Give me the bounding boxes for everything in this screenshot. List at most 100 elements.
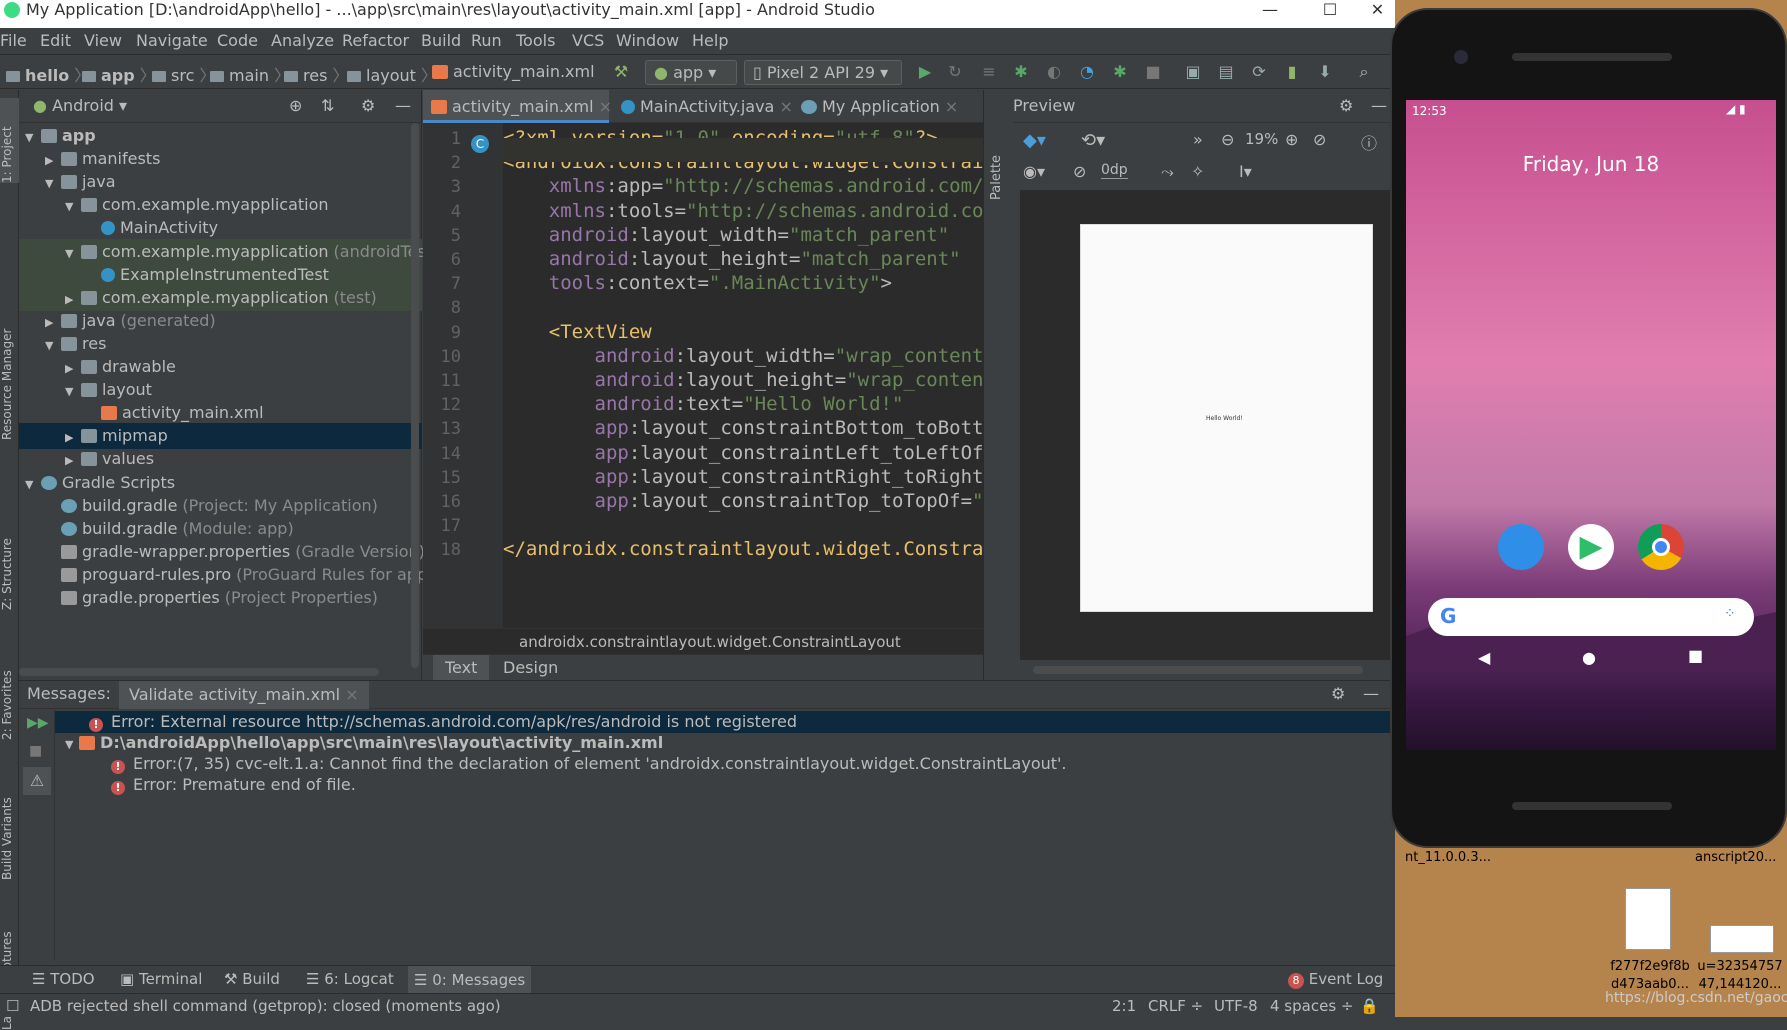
desktop-icon-label[interactable]: anscript20...: [1695, 850, 1776, 865]
menu-help[interactable]: Help: [692, 31, 728, 50]
menu-edit[interactable]: Edit: [40, 31, 71, 50]
project-tool-button[interactable]: 1: Project: [0, 98, 19, 183]
code-line[interactable]: android:layout_height="match_parent": [503, 248, 961, 270]
run-icon[interactable]: ▶: [916, 63, 934, 81]
code-line[interactable]: app:layout_constraintTop_toTopOf="parent…: [503, 490, 983, 512]
code-line[interactable]: xmlns:app="http://schemas.android.com/ap…: [503, 175, 983, 197]
stop-icon[interactable]: ■: [1144, 63, 1162, 81]
search-icon[interactable]: ⌕: [1355, 63, 1373, 81]
back-nav-icon[interactable]: ◀: [1478, 648, 1490, 667]
run-config-select[interactable]: ● app ▾: [645, 60, 737, 85]
device-select[interactable]: ▯ Pixel 2 API 29 ▾: [744, 60, 902, 85]
menu-code[interactable]: Code: [217, 31, 258, 50]
recents-nav-icon[interactable]: ■: [1688, 646, 1703, 665]
infer-constraints-icon[interactable]: ✧: [1191, 162, 1204, 181]
code-line[interactable]: android:layout_height="wrap_content": [503, 369, 983, 391]
tab-activity-main-xml[interactable]: activity_main.xml ×: [423, 90, 612, 123]
gear-icon[interactable]: ⚙: [1339, 96, 1353, 115]
code-line[interactable]: xmlns:tools="http://schemas.android.com/…: [503, 200, 983, 222]
locate-icon[interactable]: ⊕: [289, 96, 302, 115]
menu-navigate[interactable]: Navigate: [136, 31, 208, 50]
project-view-select[interactable]: ● Android ▾: [33, 96, 127, 115]
zoom-fit-icon[interactable]: ⊘: [1313, 130, 1326, 149]
code-line[interactable]: app:layout_constraintBottom_toBottomOf="…: [503, 417, 983, 439]
menu-vcs[interactable]: VCS: [572, 31, 604, 50]
menu-analyze[interactable]: Analyze: [271, 31, 334, 50]
profile-icon[interactable]: ◔: [1078, 63, 1096, 81]
event-log-button[interactable]: 8 Event Log: [1288, 970, 1383, 989]
tab-design[interactable]: Design: [491, 655, 570, 681]
attach-debugger-icon[interactable]: ✱: [1111, 63, 1129, 81]
stop-icon[interactable]: ■: [29, 743, 42, 759]
resource-manager-tool-button[interactable]: Resource Manager: [0, 310, 19, 440]
favorites-tool-button[interactable]: 2: Favorites: [0, 645, 19, 740]
debug-icon[interactable]: ✱: [1012, 63, 1030, 81]
apply-changes-icon[interactable]: ≡: [980, 63, 998, 81]
preview-hscrollbar[interactable]: [1033, 666, 1363, 674]
orientation-icon[interactable]: ⟲▾: [1081, 130, 1105, 151]
xml-breadcrumb[interactable]: androidx.constraintlayout.widget.Constra…: [423, 628, 983, 654]
code-line[interactable]: app:layout_constraintLeft_toLeftOf="pare…: [503, 442, 983, 464]
code-line[interactable]: tools:context=".MainActivity">: [503, 272, 892, 294]
code-line[interactable]: android:layout_width="match_parent": [503, 224, 949, 246]
code-line[interactable]: android:layout_width="wrap_content": [503, 345, 983, 367]
tree-item[interactable]: ExampleInstrumentedTest: [19, 261, 422, 288]
tree-item[interactable]: ▶ java (generated): [19, 308, 422, 334]
crumb-module[interactable]: app 〉: [82, 62, 156, 86]
code-line[interactable]: android:text="Hello World!": [503, 393, 904, 415]
code-line[interactable]: <TextView: [503, 321, 652, 343]
image-file-icon[interactable]: [1710, 925, 1774, 953]
hide-icon[interactable]: —: [1363, 684, 1379, 703]
device-preview-screen[interactable]: Hello World!: [1080, 224, 1373, 612]
crumb-layout[interactable]: layout 〉: [347, 62, 437, 86]
message-error-row[interactable]: ! Error: Premature end of file.: [111, 774, 356, 796]
tree-item[interactable]: ▼ java: [19, 169, 422, 195]
minimize-button[interactable]: —: [1245, 0, 1295, 20]
avd-manager-icon[interactable]: ▮: [1283, 63, 1301, 81]
tab-validate[interactable]: Validate activity_main.xml ×: [119, 681, 369, 709]
play-store-icon[interactable]: ▶: [1568, 524, 1614, 570]
tree-item[interactable]: ▶ values: [19, 446, 422, 472]
chrome-icon[interactable]: [1638, 524, 1684, 570]
close-tab-icon[interactable]: ×: [345, 685, 358, 704]
collapse-all-icon[interactable]: ⇅: [321, 96, 334, 115]
crumb-src[interactable]: src 〉: [152, 62, 215, 86]
hide-icon[interactable]: —: [395, 96, 411, 115]
menu-window[interactable]: Window: [616, 31, 679, 50]
magnet-icon[interactable]: ⊘: [1073, 162, 1086, 181]
close-button[interactable]: ✕: [1360, 0, 1395, 20]
menu-file[interactable]: File: [0, 31, 27, 50]
tree-item[interactable]: ▶ manifests: [19, 146, 422, 172]
tree-item[interactable]: build.gradle (Project: My Application): [19, 493, 422, 519]
code-area[interactable]: <?xml version="1.0" encoding="utf-8"?><a…: [503, 123, 983, 628]
menu-tools[interactable]: Tools: [516, 31, 555, 50]
tab-text[interactable]: Text: [433, 655, 490, 681]
sdk-manager-icon[interactable]: ▤: [1217, 63, 1235, 81]
indent-setting[interactable]: 4 spaces ÷: [1270, 997, 1353, 1015]
class-gutter-icon[interactable]: C: [471, 135, 489, 153]
desktop-icon-label[interactable]: u=32354757 47,144120...: [1693, 958, 1787, 994]
tree-item[interactable]: ▶ drawable: [19, 354, 422, 380]
messages-tool-button[interactable]: ☰ 0: Messages: [408, 966, 532, 994]
message-error-row[interactable]: ! Error:(7, 35) cvc-elt.1.a: Cannot find …: [111, 753, 1067, 775]
close-tab-icon[interactable]: ×: [779, 97, 792, 116]
gear-icon[interactable]: ⚙: [361, 96, 375, 115]
warning-filter-icon[interactable]: ⚠: [23, 767, 51, 795]
status-toggle-icon[interactable]: ☐: [6, 997, 19, 1015]
maximize-button[interactable]: ☐: [1305, 0, 1355, 20]
google-search-bar[interactable]: G ⁘: [1428, 598, 1754, 636]
menu-run[interactable]: Run: [471, 31, 502, 50]
crumb-main[interactable]: main 〉: [210, 62, 290, 86]
clear-constraints-icon[interactable]: ⤳: [1161, 162, 1174, 182]
default-margin[interactable]: 0dp: [1101, 162, 1128, 179]
tree-item[interactable]: ▶ mipmap: [19, 423, 422, 450]
qr-file-icon[interactable]: [1625, 888, 1671, 950]
zoom-in-icon[interactable]: ⊕: [1285, 130, 1298, 149]
tree-item[interactable]: ▼ layout: [19, 377, 422, 403]
tree-item[interactable]: gradle-wrapper.properties (Gradle Version…: [19, 539, 425, 565]
tree-item[interactable]: MainActivity: [19, 215, 422, 241]
desktop-icon-label[interactable]: nt_11.0.0.3...: [1405, 850, 1491, 865]
hammer-icon[interactable]: ⚒: [612, 63, 630, 81]
code-line[interactable]: </androidx.constraintlayout.widget.Const…: [503, 538, 983, 560]
menu-build[interactable]: Build: [421, 31, 461, 50]
